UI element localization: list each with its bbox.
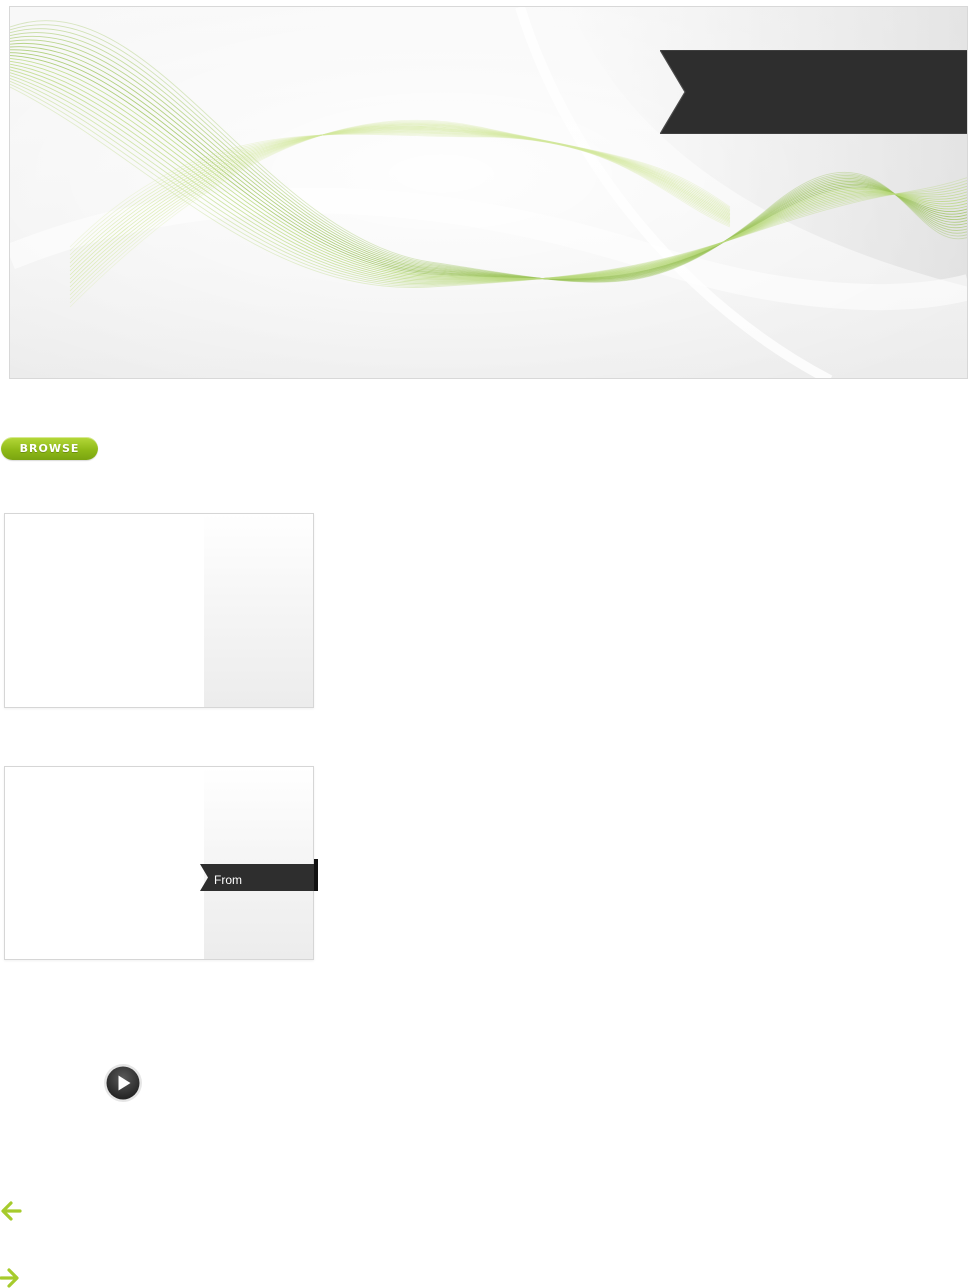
play-icon: [102, 1062, 144, 1104]
page: BROWSE From: [0, 0, 976, 1288]
hero-ribbon: [658, 49, 967, 135]
card-side-panel: [204, 514, 313, 707]
price-ribbon: From: [200, 859, 318, 891]
hero-ribbon-shape: [658, 49, 967, 135]
hero-banner: [9, 6, 968, 379]
play-button[interactable]: [101, 1061, 145, 1105]
product-card[interactable]: [4, 513, 314, 708]
arrow-left-icon: [1, 1201, 22, 1221]
price-ribbon-label: From: [214, 873, 242, 887]
next-arrow-button[interactable]: [0, 1268, 22, 1288]
product-card[interactable]: From: [4, 766, 318, 960]
browse-button[interactable]: BROWSE: [1, 437, 98, 460]
prev-arrow-button[interactable]: [0, 1201, 22, 1221]
arrow-right-icon: [0, 1268, 19, 1288]
